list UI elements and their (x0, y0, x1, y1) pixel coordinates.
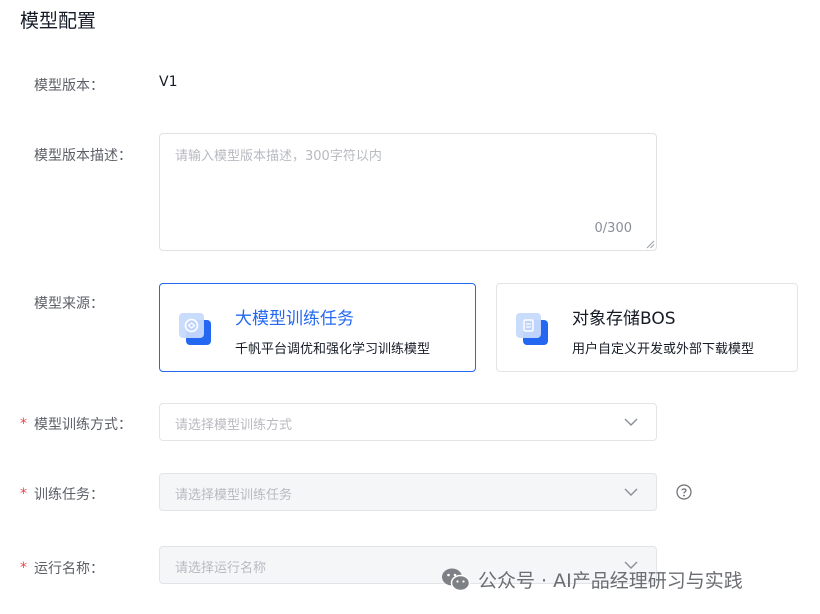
wechat-icon (442, 568, 471, 591)
chevron-down-icon (624, 418, 638, 426)
description-textarea[interactable]: 请输入模型版本描述，300字符以内 0/300 (159, 133, 657, 251)
source-option-desc: 用户自定义开发或外部下载模型 (572, 342, 755, 357)
source-option-title: 大模型训练任务 (235, 309, 354, 329)
help-icon[interactable] (676, 484, 692, 500)
source-option-bos[interactable]: 对象存储BOS 用户自定义开发或外部下载模型 (496, 283, 798, 372)
training-task-select[interactable]: 请选择模型训练任务 (159, 473, 657, 511)
version-label: 模型版本： (34, 78, 104, 94)
description-placeholder: 请输入模型版本描述，300字符以内 (175, 149, 382, 164)
chevron-down-icon (624, 488, 638, 496)
resize-handle-icon[interactable] (645, 239, 655, 249)
watermark: 公众号 · AI产品经理研习与实践 (441, 566, 743, 593)
required-mark: * (20, 486, 27, 502)
watermark-text: 公众号 · AI产品经理研习与实践 (478, 570, 743, 592)
training-task-icon (179, 313, 211, 345)
source-option-training-task[interactable]: 大模型训练任务 千帆平台调优和强化学习训练模型 (159, 283, 476, 372)
description-counter: 0/300 (594, 221, 632, 236)
version-value: V1 (159, 74, 178, 90)
training-method-select[interactable]: 请选择模型训练方式 (159, 403, 657, 441)
training-method-placeholder: 请选择模型训练方式 (175, 418, 293, 433)
description-label: 模型版本描述： (34, 148, 132, 164)
training-task-placeholder: 请选择模型训练任务 (175, 488, 293, 503)
training-method-label: 模型训练方式： (34, 417, 132, 433)
required-mark: * (20, 416, 27, 432)
source-option-title: 对象存储BOS (572, 309, 676, 329)
run-name-placeholder: 请选择运行名称 (175, 561, 267, 576)
page-title: 模型配置 (20, 10, 97, 32)
run-name-label: 运行名称： (34, 561, 104, 577)
source-label: 模型来源： (34, 296, 104, 312)
required-mark: * (20, 560, 27, 576)
bos-storage-icon (516, 313, 548, 345)
training-task-label: 训练任务： (34, 487, 104, 503)
source-option-desc: 千帆平台调优和强化学习训练模型 (235, 342, 431, 357)
